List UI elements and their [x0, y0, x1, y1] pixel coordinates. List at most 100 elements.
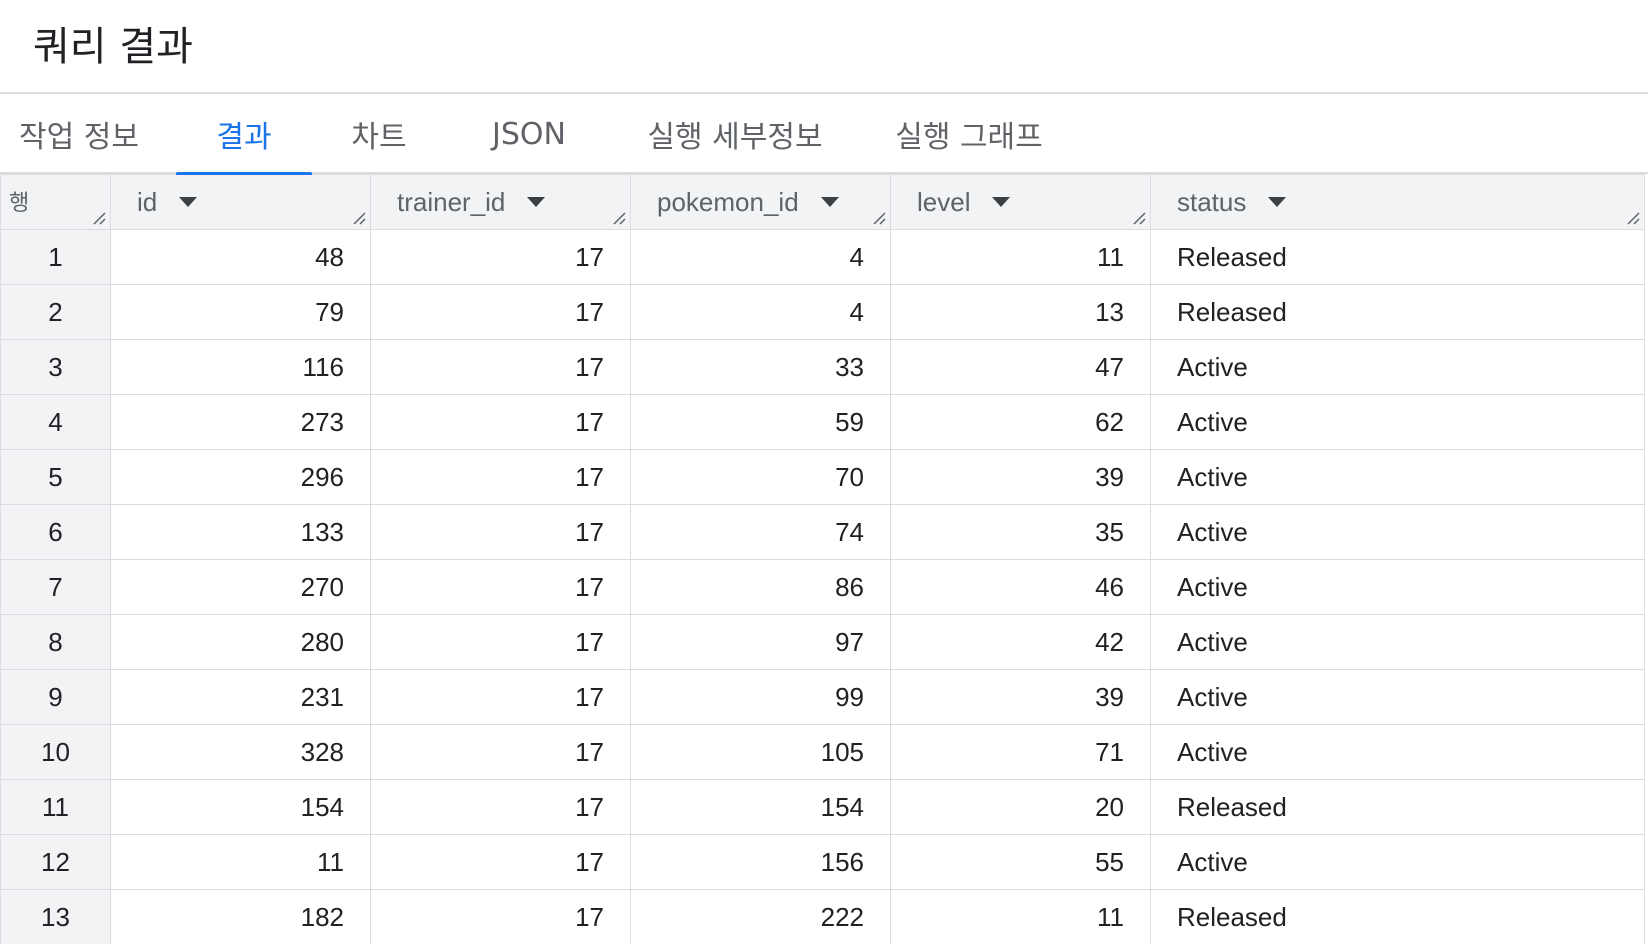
column-resize-handle-icon[interactable] — [352, 211, 366, 225]
cell-status[interactable]: Active — [1150, 339, 1645, 395]
row-number-cell[interactable]: 6 — [0, 504, 111, 560]
cell-pokemon-id[interactable]: 59 — [630, 394, 891, 450]
row-number-cell[interactable]: 10 — [0, 724, 111, 780]
column-header-trainer-id[interactable]: trainer_id — [370, 174, 631, 230]
cell-id[interactable]: 273 — [110, 394, 371, 450]
row-number-cell[interactable]: 5 — [0, 449, 111, 505]
tab-job-info[interactable]: 작업 정보 — [0, 94, 158, 174]
row-number-cell[interactable]: 1 — [0, 229, 111, 285]
sort-dropdown-icon[interactable] — [1268, 196, 1287, 207]
cell-trainer-id[interactable]: 17 — [370, 284, 631, 340]
cell-status[interactable]: Active — [1150, 724, 1645, 780]
cell-id[interactable]: 231 — [110, 669, 371, 725]
cell-trainer-id[interactable]: 17 — [370, 724, 631, 780]
tab-json[interactable]: JSON — [470, 94, 588, 174]
cell-pokemon-id[interactable]: 4 — [630, 229, 891, 285]
cell-level[interactable]: 39 — [890, 669, 1151, 725]
cell-id[interactable]: 79 — [110, 284, 371, 340]
table-row[interactable]: 4 273 17 59 62 Active — [0, 394, 1645, 450]
cell-pokemon-id[interactable]: 4 — [630, 284, 891, 340]
cell-level[interactable]: 39 — [890, 449, 1151, 505]
cell-status[interactable]: Released — [1150, 889, 1645, 944]
cell-trainer-id[interactable]: 17 — [370, 669, 631, 725]
cell-status[interactable]: Released — [1150, 284, 1645, 340]
row-number-cell[interactable]: 12 — [0, 834, 111, 890]
cell-status[interactable]: Released — [1150, 779, 1645, 835]
row-number-cell[interactable]: 3 — [0, 339, 111, 395]
cell-pokemon-id[interactable]: 33 — [630, 339, 891, 395]
column-header-pokemon-id[interactable]: pokemon_id — [630, 174, 891, 230]
row-number-cell[interactable]: 4 — [0, 394, 111, 450]
cell-pokemon-id[interactable]: 154 — [630, 779, 891, 835]
column-resize-handle-icon[interactable] — [1132, 211, 1146, 225]
cell-trainer-id[interactable]: 17 — [370, 559, 631, 615]
table-row[interactable]: 1 48 17 4 11 Released — [0, 229, 1645, 285]
table-row[interactable]: 2 79 17 4 13 Released — [0, 284, 1645, 340]
cell-level[interactable]: 13 — [890, 284, 1151, 340]
cell-trainer-id[interactable]: 17 — [370, 229, 631, 285]
cell-trainer-id[interactable]: 17 — [370, 614, 631, 670]
cell-level[interactable]: 35 — [890, 504, 1151, 560]
column-header-level[interactable]: level — [890, 174, 1151, 230]
table-row[interactable]: 9 231 17 99 39 Active — [0, 669, 1645, 725]
cell-id[interactable]: 133 — [110, 504, 371, 560]
cell-trainer-id[interactable]: 17 — [370, 779, 631, 835]
tab-execution-graph[interactable]: 실행 그래프 — [890, 94, 1048, 174]
row-number-cell[interactable]: 11 — [0, 779, 111, 835]
table-row[interactable]: 6 133 17 74 35 Active — [0, 504, 1645, 560]
column-resize-handle-icon[interactable] — [612, 211, 626, 225]
cell-pokemon-id[interactable]: 222 — [630, 889, 891, 944]
sort-dropdown-icon[interactable] — [820, 196, 839, 207]
cell-trainer-id[interactable]: 17 — [370, 504, 631, 560]
sort-dropdown-icon[interactable] — [527, 196, 546, 207]
cell-pokemon-id[interactable]: 97 — [630, 614, 891, 670]
cell-status[interactable]: Active — [1150, 559, 1645, 615]
table-row[interactable]: 10 328 17 105 71 Active — [0, 724, 1645, 780]
cell-status[interactable]: Active — [1150, 394, 1645, 450]
cell-trainer-id[interactable]: 17 — [370, 339, 631, 395]
column-resize-handle-icon[interactable] — [872, 211, 886, 225]
column-resize-handle-icon[interactable] — [1626, 211, 1640, 225]
cell-status[interactable]: Active — [1150, 504, 1645, 560]
column-header-id[interactable]: id — [110, 174, 371, 230]
column-resize-handle-icon[interactable] — [92, 211, 106, 225]
cell-pokemon-id[interactable]: 156 — [630, 834, 891, 890]
row-number-cell[interactable]: 13 — [0, 889, 111, 944]
cell-id[interactable]: 270 — [110, 559, 371, 615]
table-row[interactable]: 13 182 17 222 11 Released — [0, 889, 1645, 944]
table-row[interactable]: 7 270 17 86 46 Active — [0, 559, 1645, 615]
cell-id[interactable]: 182 — [110, 889, 371, 944]
cell-pokemon-id[interactable]: 99 — [630, 669, 891, 725]
cell-trainer-id[interactable]: 17 — [370, 394, 631, 450]
cell-level[interactable]: 11 — [890, 229, 1151, 285]
cell-pokemon-id[interactable]: 105 — [630, 724, 891, 780]
table-row[interactable]: 12 11 17 156 55 Active — [0, 834, 1645, 890]
column-header-status[interactable]: status — [1150, 174, 1645, 230]
cell-level[interactable]: 11 — [890, 889, 1151, 944]
table-row[interactable]: 5 296 17 70 39 Active — [0, 449, 1645, 505]
cell-id[interactable]: 11 — [110, 834, 371, 890]
table-row[interactable]: 8 280 17 97 42 Active — [0, 614, 1645, 670]
row-number-cell[interactable]: 2 — [0, 284, 111, 340]
cell-level[interactable]: 46 — [890, 559, 1151, 615]
row-number-cell[interactable]: 9 — [0, 669, 111, 725]
cell-status[interactable]: Released — [1150, 229, 1645, 285]
cell-id[interactable]: 154 — [110, 779, 371, 835]
sort-dropdown-icon[interactable] — [179, 196, 198, 207]
row-number-cell[interactable]: 8 — [0, 614, 111, 670]
tab-results[interactable]: 결과 — [176, 94, 312, 176]
cell-level[interactable]: 20 — [890, 779, 1151, 835]
tab-execution-details[interactable]: 실행 세부정보 — [640, 94, 830, 174]
tab-chart[interactable]: 차트 — [320, 94, 438, 174]
cell-trainer-id[interactable]: 17 — [370, 449, 631, 505]
sort-dropdown-icon[interactable] — [992, 196, 1011, 207]
cell-level[interactable]: 62 — [890, 394, 1151, 450]
cell-id[interactable]: 296 — [110, 449, 371, 505]
cell-status[interactable]: Active — [1150, 614, 1645, 670]
cell-id[interactable]: 280 — [110, 614, 371, 670]
cell-level[interactable]: 55 — [890, 834, 1151, 890]
cell-pokemon-id[interactable]: 86 — [630, 559, 891, 615]
cell-level[interactable]: 71 — [890, 724, 1151, 780]
cell-pokemon-id[interactable]: 74 — [630, 504, 891, 560]
table-row[interactable]: 11 154 17 154 20 Released — [0, 779, 1645, 835]
